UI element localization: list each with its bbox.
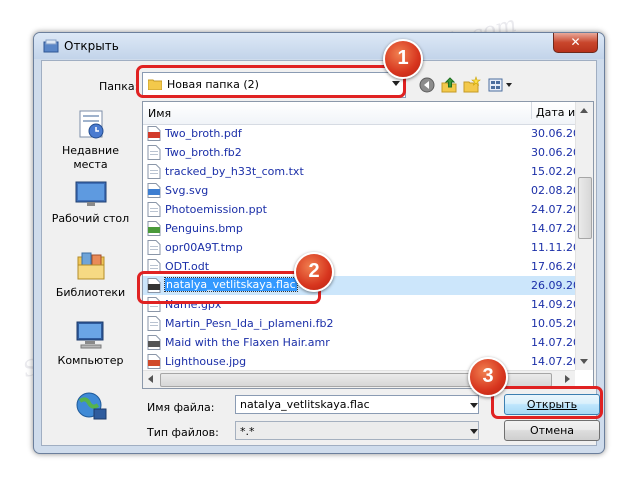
desktop-icon: [75, 181, 106, 206]
column-header-name[interactable]: Имя: [148, 107, 171, 120]
chevron-down-icon[interactable]: [470, 429, 478, 434]
file-row[interactable]: Two_broth.pdf 30.06.20: [143, 124, 580, 143]
highlight-look-in: [136, 65, 406, 98]
file-row[interactable]: tracked_by_h33t_com.txt 15.02.20: [143, 162, 580, 181]
window-title: Открыть: [64, 39, 119, 53]
recent-places-icon: [79, 110, 103, 139]
place-label: Компьютер: [57, 354, 124, 367]
place-label: Библиотеки: [55, 286, 126, 299]
place-computer[interactable]: Компьютер: [42, 319, 139, 368]
document-icon: [147, 164, 161, 179]
file-date: 17.06.20: [531, 260, 580, 273]
file-date: 15.02.20: [531, 165, 580, 178]
file-name: Two_broth.fb2: [165, 146, 242, 159]
up-folder-icon[interactable]: [441, 76, 457, 94]
jpg-icon: [147, 354, 161, 369]
file-date: 30.06.20: [531, 146, 580, 159]
cancel-button[interactable]: Отмена: [504, 420, 600, 441]
places-bar: Недавние места Рабочий стол Библиотеки К…: [42, 101, 139, 421]
file-name: Lighthouse.jpg: [165, 355, 247, 368]
file-row[interactable]: Maid with the Flaxen Hair.amr 14.07.20: [143, 333, 580, 352]
cancel-button-label: Отмена: [529, 424, 575, 437]
svg-icon: [147, 183, 161, 198]
callout-badge-3: 3: [468, 357, 508, 397]
file-row[interactable]: Lighthouse.jpg 14.07.20: [143, 352, 580, 371]
file-date: 02.08.20: [531, 184, 580, 197]
document-icon: [147, 145, 161, 160]
chevron-down-icon[interactable]: [470, 403, 478, 408]
pdf-icon: [147, 126, 161, 141]
look-in-label: Папка:: [99, 80, 139, 93]
file-rows: Two_broth.pdf 30.06.20 Two_broth.fb2 30.06.…: [143, 124, 580, 371]
new-folder-icon[interactable]: [463, 76, 481, 94]
file-type-label: Тип файлов:: [147, 426, 219, 439]
callout-badge-1: 1: [383, 39, 423, 79]
file-name: Penguins.bmp: [165, 222, 243, 235]
callout-badge-2: 2: [294, 252, 334, 292]
file-date: 26.09.20: [531, 279, 580, 292]
back-icon[interactable]: [419, 76, 435, 94]
document-icon: [147, 316, 161, 331]
file-date: 14.07.20: [531, 355, 580, 368]
file-list[interactable]: Имя Дата изм Two_broth.pdf 30.06.20 Two_br…: [142, 101, 594, 389]
file-date: 14.07.20: [531, 336, 580, 349]
file-date: 11.11.20: [531, 241, 580, 254]
scroll-thumb[interactable]: [578, 177, 592, 239]
file-name: Martin_Pesn_Ida_i_plameni.fb2: [165, 317, 334, 330]
scroll-up-icon[interactable]: [580, 108, 588, 113]
libraries-icon: [77, 252, 104, 280]
computer-icon: [76, 321, 103, 349]
file-name-input[interactable]: [235, 395, 479, 414]
scroll-down-icon[interactable]: [580, 359, 588, 364]
file-row[interactable]: Two_broth.fb2 30.06.20: [143, 143, 580, 162]
close-icon: ✕: [570, 35, 581, 49]
file-row[interactable]: Svg.svg 02.08.20: [143, 181, 580, 200]
highlight-open-button: [491, 386, 603, 419]
place-desktop[interactable]: Рабочий стол: [42, 179, 139, 226]
file-list-header: Имя Дата изм: [143, 102, 593, 125]
file-row[interactable]: Penguins.bmp 14.07.20: [143, 219, 580, 238]
file-row[interactable]: Photoemission.ppt 24.07.20: [143, 200, 580, 219]
network-icon: [76, 392, 106, 420]
title-bar[interactable]: Открыть ✕: [34, 33, 604, 59]
document-icon: [147, 202, 161, 217]
file-name: Photoemission.ppt: [165, 203, 267, 216]
file-name: Maid with the Flaxen Hair.amr: [165, 336, 330, 349]
file-name: opr00A9T.tmp: [165, 241, 243, 254]
place-recent[interactable]: Недавние места: [42, 107, 139, 172]
highlight-selected-file: [137, 271, 321, 304]
app-icon: [43, 39, 59, 53]
file-name-label: Имя файла:: [147, 401, 215, 414]
file-name: Svg.svg: [165, 184, 209, 197]
document-icon: [147, 240, 161, 255]
place-label: Недавние места: [62, 144, 119, 171]
file-name: Two_broth.pdf: [165, 127, 242, 140]
place-label: Рабочий стол: [51, 212, 130, 225]
amr-icon: [147, 335, 161, 350]
view-menu-icon[interactable]: [488, 76, 514, 94]
file-date: 14.09.20: [531, 298, 580, 311]
file-date: 14.07.20: [531, 222, 580, 235]
vertical-scrollbar[interactable]: [575, 102, 593, 370]
file-row[interactable]: opr00A9T.tmp 11.11.20: [143, 238, 580, 257]
scroll-left-icon[interactable]: [148, 375, 153, 383]
scroll-right-icon[interactable]: [565, 375, 570, 383]
file-row[interactable]: Martin_Pesn_Ida_i_plameni.fb2 10.05.20: [143, 314, 580, 333]
file-date: 24.07.20: [531, 203, 580, 216]
place-network[interactable]: [42, 391, 139, 426]
close-button[interactable]: ✕: [553, 33, 598, 53]
place-libraries[interactable]: Библиотеки: [42, 249, 139, 300]
file-type-dropdown[interactable]: *.*: [235, 421, 479, 440]
file-date: 10.05.20: [531, 317, 580, 330]
bmp-icon: [147, 221, 161, 236]
file-type-value: *.*: [240, 425, 255, 438]
file-name: tracked_by_h33t_com.txt: [165, 165, 304, 178]
file-date: 30.06.20: [531, 127, 580, 140]
